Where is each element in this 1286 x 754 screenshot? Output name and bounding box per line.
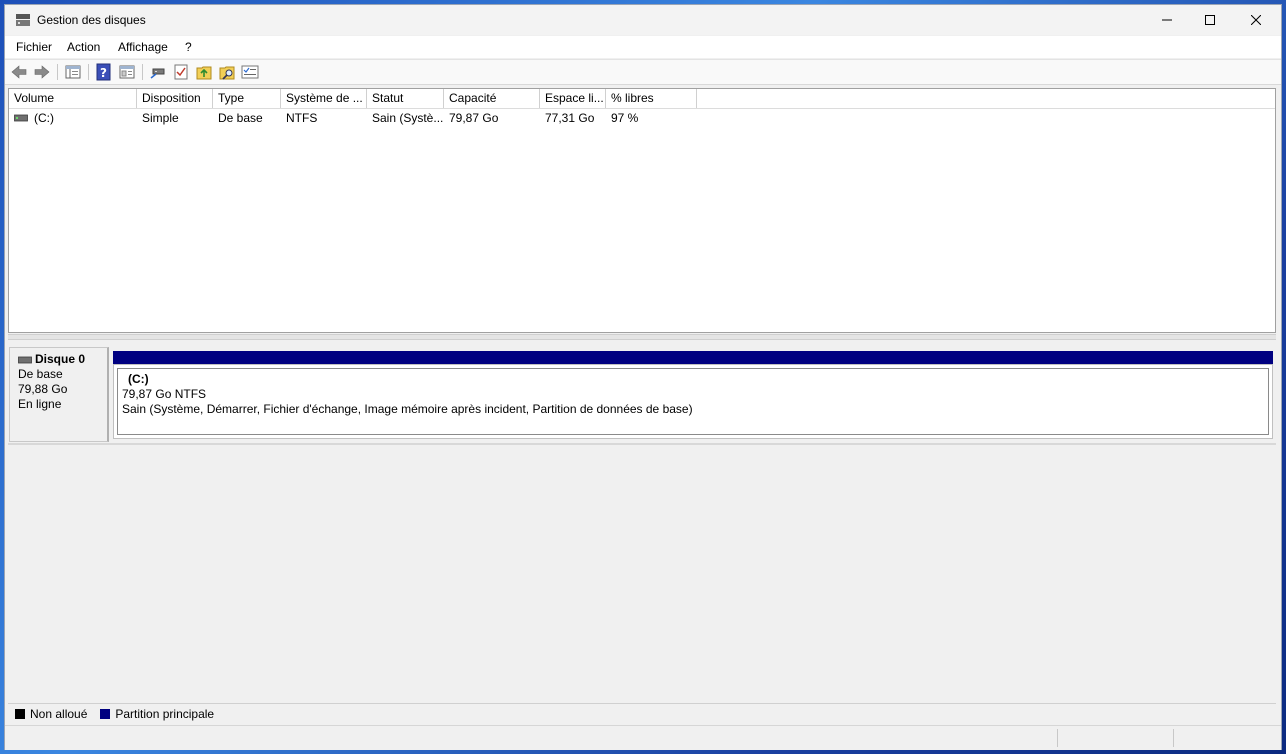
legend-unallocated: Non alloué — [15, 707, 87, 721]
column-header-percent-free[interactable]: % libres — [606, 89, 697, 108]
status-bar — [5, 725, 1281, 750]
disk-graphical-view: Disque 0 De base 79,88 Go En ligne (C:) … — [8, 341, 1276, 703]
legend: Non alloué Partition principale — [8, 703, 1276, 724]
primary-swatch — [100, 709, 111, 719]
primary-partition-bar — [113, 351, 1273, 364]
disposition-cell: Simple — [142, 111, 179, 125]
maximize-icon — [1205, 15, 1215, 25]
column-header-type[interactable]: Type — [213, 89, 281, 108]
volume-cell: (C:) — [9, 109, 137, 127]
table-row[interactable]: (C:) Simple De base NTFS Sain (Systè... … — [9, 109, 1275, 127]
forward-arrow-icon[interactable] — [33, 63, 51, 81]
filesystem-cell: NTFS — [286, 111, 318, 125]
svg-text:?: ? — [100, 66, 107, 80]
unallocated-swatch — [15, 709, 25, 719]
minimize-icon — [1162, 19, 1172, 21]
properties-icon[interactable] — [118, 63, 136, 81]
partition-size-fs: 79,87 Go NTFS — [122, 387, 207, 401]
column-header-status[interactable]: Statut — [367, 89, 444, 108]
checklist-icon[interactable] — [172, 63, 190, 81]
partition-c[interactable]: (C:) 79,87 Go NTFS Sain (Système, Démarr… — [113, 364, 1273, 439]
disk-name-row: Disque 0 — [18, 352, 99, 367]
volume-list[interactable]: Volume Disposition Type Système de ... S… — [8, 88, 1276, 333]
disk-management-window: Gestion des disques Fichier Action Affic… — [4, 4, 1282, 750]
menu-action[interactable]: Action — [67, 40, 100, 54]
column-header-disposition[interactable]: Disposition — [137, 89, 213, 108]
disk-size: 79,88 Go — [18, 382, 68, 396]
back-arrow-icon[interactable] — [10, 63, 28, 81]
disk-icon — [18, 356, 32, 363]
column-header-volume[interactable]: Volume — [9, 89, 137, 108]
partition-status: Sain (Système, Démarrer, Fichier d'échan… — [122, 402, 693, 416]
console-tree-icon[interactable] — [64, 63, 82, 81]
type-cell: De base — [218, 111, 263, 125]
status-cell: Sain (Systè... — [372, 111, 444, 125]
volume-list-header: Volume Disposition Type Système de ... S… — [9, 89, 1275, 109]
disk-connect-icon[interactable] — [149, 63, 167, 81]
disk-type: De base — [18, 367, 63, 381]
status-separator — [1057, 729, 1058, 747]
menu-fichier[interactable]: Fichier — [16, 40, 52, 54]
toolbar-separator — [57, 64, 58, 80]
pane-splitter[interactable] — [8, 334, 1276, 340]
legend-primary: Partition principale — [100, 707, 214, 721]
disk-management-app-icon — [15, 13, 31, 27]
toolbar-separator — [142, 64, 143, 80]
disk-state: En ligne — [18, 397, 62, 411]
legend-primary-label: Partition principale — [115, 707, 215, 721]
close-button[interactable] — [1233, 5, 1279, 35]
disk-info-panel[interactable]: Disque 0 De base 79,88 Go En ligne — [9, 347, 109, 442]
partition-label: (C:) — [128, 372, 149, 386]
toolbar-separator — [88, 64, 89, 80]
column-header-filesystem[interactable]: Système de ... — [281, 89, 367, 108]
disk-name: Disque 0 — [35, 352, 86, 366]
volume-name: (C:) — [34, 111, 54, 125]
help-icon[interactable]: ? — [95, 63, 113, 81]
menu-affichage[interactable]: Affichage — [118, 40, 168, 54]
title-bar[interactable]: Gestion des disques — [5, 5, 1281, 35]
maximize-button[interactable] — [1187, 5, 1233, 35]
folder-search-icon[interactable] — [218, 63, 236, 81]
drive-icon — [14, 114, 28, 122]
menu-help[interactable]: ? — [185, 40, 192, 54]
disk-row-divider — [8, 443, 1276, 445]
legend-unallocated-label: Non alloué — [30, 707, 88, 721]
capacity-cell: 79,87 Go — [449, 111, 499, 125]
column-header-free-space[interactable]: Espace li... — [540, 89, 606, 108]
close-icon — [1251, 15, 1261, 25]
percent-free-cell: 97 % — [611, 111, 639, 125]
settings-list-icon[interactable] — [241, 63, 259, 81]
folder-up-icon[interactable] — [195, 63, 213, 81]
free-space-cell: 77,31 Go — [545, 111, 595, 125]
minimize-button[interactable] — [1144, 5, 1190, 35]
window-title: Gestion des disques — [37, 13, 146, 27]
toolbar: ? — [5, 59, 1281, 85]
status-separator — [1173, 729, 1174, 747]
column-header-capacity[interactable]: Capacité — [444, 89, 540, 108]
menu-bar: Fichier Action Affichage ? — [5, 36, 1281, 58]
partition-c-inner: (C:) 79,87 Go NTFS Sain (Système, Démarr… — [117, 368, 1269, 435]
